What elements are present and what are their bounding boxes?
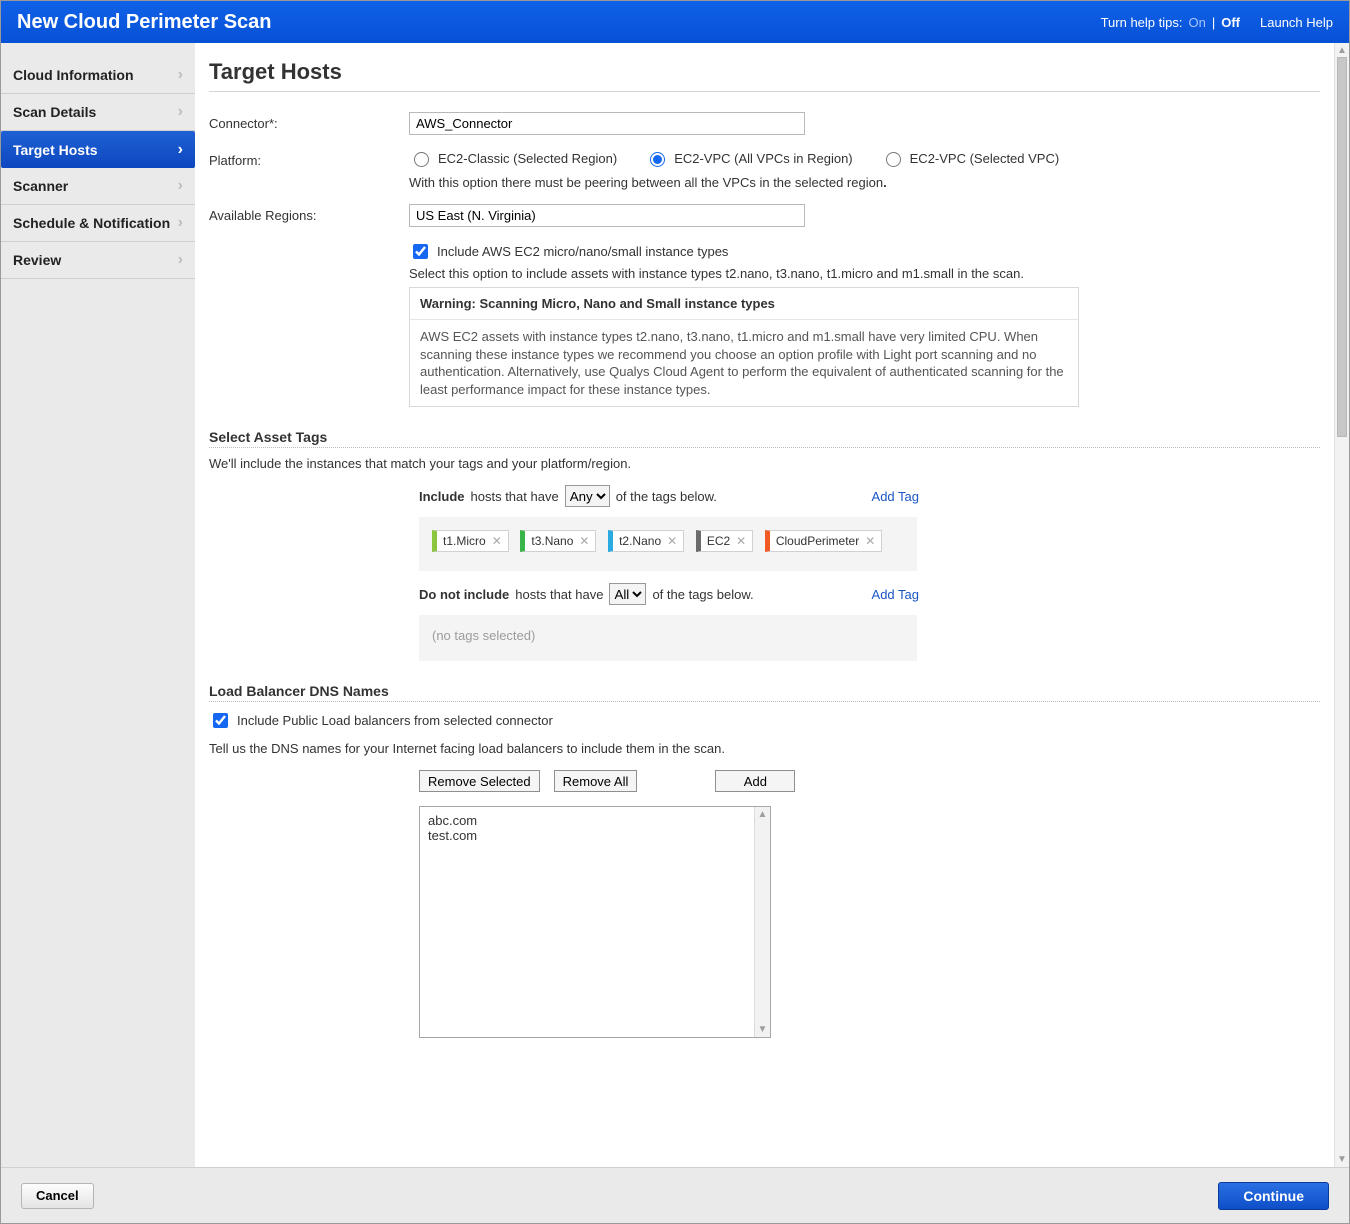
chevron-right-icon: › (178, 141, 183, 159)
sidebar-item-target-hosts[interactable]: Target Hosts › (1, 131, 195, 168)
window-titlebar: New Cloud Perimeter Scan Turn help tips:… (1, 1, 1349, 43)
include-mid: hosts that have (471, 489, 559, 504)
platform-radio-vpc-selected[interactable] (886, 152, 901, 167)
exclude-mid: hosts that have (515, 587, 603, 602)
lb-checkbox-row[interactable]: Include Public Load balancers from selec… (209, 710, 1320, 731)
platform-radio-vpc-all[interactable] (650, 152, 665, 167)
chevron-right-icon: › (178, 103, 183, 121)
exclude-mode-select[interactable]: All (609, 583, 646, 605)
lb-header: Load Balancer DNS Names (209, 683, 1320, 699)
include-mode-select[interactable]: Any (565, 485, 610, 507)
sidebar-label: Review (13, 252, 61, 268)
sidebar-item-scan-details[interactable]: Scan Details › (1, 94, 195, 131)
chevron-right-icon: › (178, 66, 183, 84)
chevron-right-icon: › (178, 251, 183, 269)
no-tags-placeholder: (no tags selected) (432, 628, 535, 643)
remove-tag-icon[interactable]: ✕ (667, 534, 677, 548)
platform-note: With this option there must be peering b… (409, 175, 1320, 190)
sidebar-item-scanner[interactable]: Scanner › (1, 168, 195, 205)
sidebar-label: Scanner (13, 178, 68, 194)
chevron-right-icon: › (178, 214, 183, 232)
remove-tag-icon[interactable]: ✕ (736, 534, 746, 548)
sidebar-item-schedule-notification[interactable]: Schedule & Notification › (1, 205, 195, 242)
lb-checkbox[interactable] (213, 713, 228, 728)
cancel-button[interactable]: Cancel (21, 1183, 94, 1209)
sidebar-label: Schedule & Notification (13, 215, 170, 231)
help-tips-on[interactable]: On (1188, 15, 1205, 30)
page-title: Target Hosts (209, 59, 1320, 85)
scroll-thumb[interactable] (1337, 57, 1347, 437)
warning-box: Warning: Scanning Micro, Nano and Small … (409, 287, 1079, 407)
include-small-label: Include AWS EC2 micro/nano/small instanc… (437, 244, 728, 259)
help-tips-off[interactable]: Off (1221, 15, 1240, 30)
warning-title: Warning: Scanning Micro, Nano and Small … (410, 288, 1078, 320)
connector-label: Connector*: (209, 112, 409, 131)
exclude-prefix: Do not include (419, 587, 509, 602)
include-tags-box: t1.Micro✕ t3.Nano✕ t2.Nano✕ EC2✕ CloudPe… (419, 517, 917, 571)
regions-label: Available Regions: (209, 204, 409, 223)
tag-chip[interactable]: EC2✕ (696, 530, 753, 552)
launch-help-link[interactable]: Launch Help (1260, 15, 1333, 30)
remove-tag-icon[interactable]: ✕ (865, 534, 875, 548)
platform-label: Platform: (209, 149, 409, 168)
list-item[interactable]: test.com (428, 828, 770, 843)
list-item[interactable]: abc.com (428, 813, 770, 828)
wizard-footer: Cancel Continue (1, 1167, 1349, 1223)
include-small-checkbox-row[interactable]: Include AWS EC2 micro/nano/small instanc… (409, 241, 1079, 262)
include-small-checkbox[interactable] (413, 244, 428, 259)
include-suffix: of the tags below. (616, 489, 717, 504)
connector-input[interactable] (409, 112, 805, 135)
include-prefix: Include (419, 489, 465, 504)
tag-chip[interactable]: CloudPerimeter✕ (765, 530, 882, 552)
continue-button[interactable]: Continue (1218, 1182, 1329, 1210)
listbox-scrollbar[interactable]: ▲ ▼ (754, 807, 770, 1037)
scroll-up-icon[interactable]: ▲ (755, 809, 770, 820)
help-tips-label: Turn help tips: (1101, 15, 1183, 30)
platform-radio-classic[interactable] (414, 152, 429, 167)
chevron-right-icon: › (178, 177, 183, 195)
help-tips-sep: | (1212, 15, 1215, 30)
help-zone: Turn help tips: On | Off Launch Help (1101, 15, 1333, 30)
remove-all-button[interactable]: Remove All (554, 770, 638, 792)
tag-chip[interactable]: t2.Nano✕ (608, 530, 684, 552)
platform-option-vpc-selected[interactable]: EC2-VPC (Selected VPC) (881, 149, 1060, 167)
content-scrollbar[interactable]: ▲ ▼ (1334, 43, 1349, 1167)
sidebar-item-review[interactable]: Review › (1, 242, 195, 279)
warning-body: AWS EC2 assets with instance types t2.na… (410, 320, 1078, 406)
window-title: New Cloud Perimeter Scan (17, 11, 272, 34)
sidebar-label: Scan Details (13, 104, 96, 120)
remove-tag-icon[interactable]: ✕ (492, 534, 502, 548)
add-button[interactable]: Add (715, 770, 795, 792)
dns-listbox[interactable]: abc.com test.com ▲ ▼ (419, 806, 771, 1038)
asset-tags-header: Select Asset Tags (209, 429, 1320, 445)
sidebar-label: Cloud Information (13, 67, 134, 83)
exclude-tags-box: (no tags selected) (419, 615, 917, 661)
tag-chip[interactable]: t1.Micro✕ (432, 530, 509, 552)
remove-tag-icon[interactable]: ✕ (579, 534, 589, 548)
sidebar-label: Target Hosts (13, 142, 98, 158)
scroll-down-icon[interactable]: ▼ (1335, 1154, 1349, 1165)
add-tag-include[interactable]: Add Tag (872, 489, 919, 504)
scroll-up-icon[interactable]: ▲ (1335, 45, 1349, 56)
scroll-down-icon[interactable]: ▼ (755, 1024, 770, 1035)
wizard-sidebar: Cloud Information › Scan Details › Targe… (1, 43, 195, 1167)
remove-selected-button[interactable]: Remove Selected (419, 770, 540, 792)
content-pane: Target Hosts Connector*: Platform: EC2-C… (195, 43, 1334, 1167)
include-small-note: Select this option to include assets wit… (409, 266, 1079, 281)
exclude-suffix: of the tags below. (652, 587, 753, 602)
tag-chip[interactable]: t3.Nano✕ (520, 530, 596, 552)
add-tag-exclude[interactable]: Add Tag (872, 587, 919, 602)
sidebar-item-cloud-information[interactable]: Cloud Information › (1, 57, 195, 94)
regions-input[interactable] (409, 204, 805, 227)
lb-hint: Tell us the DNS names for your Internet … (209, 741, 1320, 756)
platform-option-vpc-all[interactable]: EC2-VPC (All VPCs in Region) (645, 149, 852, 167)
lb-checkbox-label: Include Public Load balancers from selec… (237, 713, 553, 728)
asset-tags-hint: We'll include the instances that match y… (209, 456, 1320, 471)
platform-option-ec2-classic[interactable]: EC2-Classic (Selected Region) (409, 149, 617, 167)
